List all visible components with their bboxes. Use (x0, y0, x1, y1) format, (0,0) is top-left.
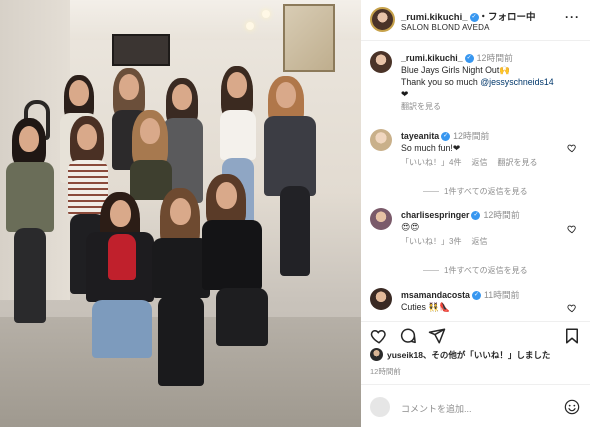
comment-translate-link[interactable]: 翻訳を見る (497, 158, 537, 167)
comment-avatar[interactable] (370, 129, 392, 151)
post-timestamp[interactable]: 12時間前 (370, 366, 401, 377)
current-user-avatar (370, 397, 390, 417)
caption-text: _rumi.kikuchi_ ✓ 12時間前 Blue Jays Girls Nig… (401, 52, 581, 113)
liker-username[interactable]: yuseik18 (387, 350, 423, 360)
caption-heart: ❤ (401, 89, 409, 99)
verified-badge-icon: ✓ (471, 211, 481, 221)
comment-input[interactable]: コメントを追加... (401, 402, 472, 415)
likes-text: yuseik18、その他が「いいね！」しました (387, 349, 550, 361)
caption-time: 12時間前 (476, 53, 513, 63)
caption-mention-link[interactable]: @jessyschneids14 (480, 77, 553, 87)
instagram-post-view: _rumi.kikuchi_ ✓ ・フォロー中 SALON BLOND AVEDA … (0, 0, 590, 427)
comment-time: 12時間前 (483, 210, 520, 220)
raised-hands-emoji: 🙌 (499, 65, 511, 75)
post-location[interactable]: SALON BLOND AVEDA (401, 23, 490, 32)
author-avatar[interactable] (370, 7, 395, 32)
post-action-bar (361, 321, 590, 347)
view-replies-link[interactable]: 1件すべての返信を見る (423, 186, 528, 197)
liker-avatar[interactable] (370, 348, 383, 361)
verified-badge-icon: ✓ (464, 54, 474, 64)
caption-line2: Thank you so much (401, 77, 481, 87)
caption-avatar[interactable] (370, 51, 392, 73)
comment-reply-button[interactable]: 返信 (471, 237, 487, 246)
comment-likes-count[interactable]: 「いいね！」4件 (401, 158, 461, 167)
author-line: _rumi.kikuchi_ ✓ ・フォロー中 (401, 9, 536, 23)
caption-username[interactable]: _rumi.kikuchi_ (401, 53, 463, 63)
pendant-light (246, 22, 254, 30)
comment-likes-count[interactable]: 「いいね！」3件 (401, 237, 461, 246)
comment-text: 😍😍 (401, 222, 420, 232)
more-options-icon[interactable]: ··· (565, 10, 580, 24)
share-icon[interactable] (428, 327, 446, 345)
comment-like-heart-icon[interactable] (567, 143, 577, 153)
comment-avatar[interactable] (370, 288, 392, 310)
smiley-icon[interactable] (564, 399, 580, 415)
comment-like-heart-icon[interactable] (567, 224, 577, 234)
comment-reply-button[interactable]: 返信 (471, 158, 487, 167)
caption-translate-link[interactable]: 翻訳を見る (401, 102, 441, 111)
comment-body: tayeanita ✓ 12時間前 So much fun!❤ 「いいね！」4件 返信… (401, 130, 581, 172)
header-separator: ・ (478, 12, 489, 23)
verified-badge-icon: ✓ (469, 12, 479, 22)
caption-line1: Blue Jays Girls Night Out (401, 65, 500, 75)
wall-picture (112, 34, 170, 66)
comment-body: charlisespringer ✓ 12時間前 😍😍 「いいね！」3件 返信 (401, 209, 581, 251)
likes-suffix[interactable]: 、その他が「いいね！」しました (423, 350, 551, 360)
verified-badge-icon: ✓ (471, 291, 481, 301)
comment-time: 11時間前 (483, 290, 520, 300)
add-comment-bar: コメントを追加... (361, 384, 590, 427)
wall-art (283, 4, 335, 72)
comment-username[interactable]: tayeanita (401, 131, 439, 141)
comment-body: msamandacosta ✓ 11時間前 Cuties 👯👠 (401, 289, 581, 313)
bookmark-icon[interactable] (563, 327, 581, 345)
comment-username[interactable]: msamandacosta (401, 290, 470, 300)
comment-icon[interactable] (399, 327, 417, 345)
pendant-light (262, 10, 270, 18)
comment-text: So much fun!❤ (401, 143, 461, 153)
comment-like-heart-icon[interactable] (567, 303, 577, 313)
verified-badge-icon: ✓ (441, 132, 451, 142)
post-header: _rumi.kikuchi_ ✓ ・フォロー中 SALON BLOND AVEDA … (361, 0, 590, 41)
view-replies-link[interactable]: 1件すべての返信を見る (423, 265, 528, 276)
comment-time: 12時間前 (453, 131, 490, 141)
post-side-panel: _rumi.kikuchi_ ✓ ・フォロー中 SALON BLOND AVEDA … (361, 0, 590, 427)
comment-avatar[interactable] (370, 208, 392, 230)
post-photo[interactable] (0, 0, 361, 427)
following-button[interactable]: フォロー中 (488, 12, 536, 23)
author-username[interactable]: _rumi.kikuchi_ (401, 12, 468, 23)
comment-username[interactable]: charlisespringer (401, 210, 469, 220)
heart-icon[interactable] (370, 327, 388, 345)
comment-text: Cuties 👯👠 (401, 302, 451, 312)
